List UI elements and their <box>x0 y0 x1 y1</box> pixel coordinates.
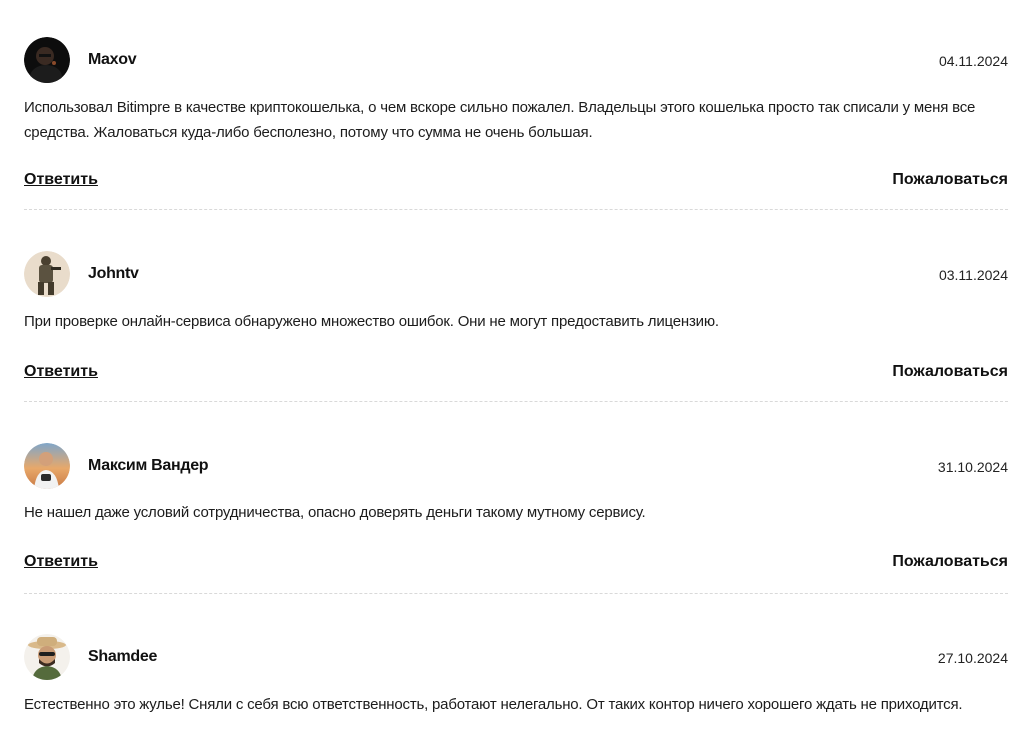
comment-header: Shamdee 27.10.2024 <box>24 634 1008 680</box>
comment-header: Johntv 03.11.2024 <box>24 251 1008 297</box>
comment-text: Использовал Bitimpre в качестве криптоко… <box>24 99 976 141</box>
comment-text: Естественно это жулье! Сняли с себя всю … <box>24 696 963 713</box>
comment-actions: Ответить Пожаловаться <box>24 363 1008 387</box>
comment-divider <box>24 401 1008 402</box>
avatar <box>24 443 70 489</box>
report-link[interactable]: Пожаловаться <box>892 171 1008 189</box>
avatar <box>24 251 70 297</box>
comment-date: 03.11.2024 <box>938 267 1008 283</box>
comment-divider <box>24 593 1008 594</box>
comment-author[interactable]: Johntv <box>88 265 139 283</box>
comment-divider <box>24 209 1008 210</box>
comment-text: Не нашел даже условий сотрудничества, оп… <box>24 504 646 521</box>
comment-header: Maxov 04.11.2024 <box>24 37 1008 83</box>
comment-author[interactable]: Максим Вандер <box>88 457 209 475</box>
reply-link[interactable]: Ответить <box>24 363 98 381</box>
comment-date: 27.10.2024 <box>937 650 1008 666</box>
report-link[interactable]: Пожаловаться <box>892 553 1008 571</box>
avatar <box>24 634 70 680</box>
report-link[interactable]: Пожаловаться <box>892 363 1008 381</box>
comment-date: 31.10.2024 <box>937 459 1008 475</box>
comment-actions: Ответить Пожаловаться <box>24 171 1008 195</box>
comment-author[interactable]: Shamdee <box>88 648 157 666</box>
comment-header: Максим Вандер 31.10.2024 <box>24 443 1008 489</box>
reply-link[interactable]: Ответить <box>24 553 98 571</box>
comment-text: При проверке онлайн-сервиса обнаружено м… <box>24 313 719 330</box>
comment-actions: Ответить Пожаловаться <box>24 553 1008 577</box>
comment-author[interactable]: Maxov <box>88 51 137 69</box>
avatar <box>24 37 70 83</box>
comment-date: 04.11.2024 <box>938 53 1008 69</box>
reply-link[interactable]: Ответить <box>24 171 98 189</box>
